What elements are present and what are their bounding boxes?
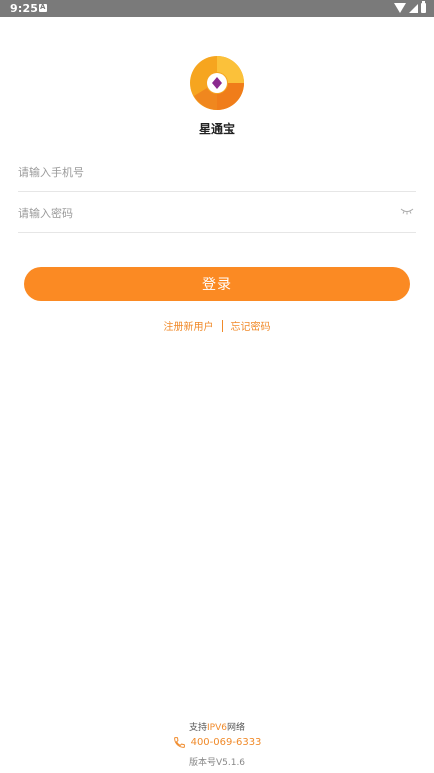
- status-icons: [394, 1, 426, 13]
- service-phone[interactable]: 400-069-6333: [0, 736, 434, 749]
- eye-closed-icon[interactable]: [400, 207, 414, 215]
- link-divider: [221, 319, 223, 332]
- service-phone-number: 400-069-6333: [190, 737, 262, 748]
- ipv6-prefix: 支持: [189, 723, 208, 733]
- forgot-password-link[interactable]: 忘记密码: [231, 318, 271, 333]
- password-field: [18, 194, 416, 233]
- app-name: 星通宝: [198, 122, 235, 136]
- ipv6-accent: IPV6: [207, 723, 227, 733]
- signal-icon: [409, 3, 418, 13]
- wifi-icon: [394, 3, 406, 13]
- ipv6-support-text: 支持IPV6网络: [0, 720, 434, 733]
- status-time: 9:25: [10, 2, 39, 15]
- app-logo-icon: [190, 56, 244, 110]
- phone-icon: [173, 737, 185, 748]
- account-links: 注册新用户 忘记密码: [0, 318, 434, 333]
- ipv6-suffix: 网络: [226, 723, 245, 733]
- login-button[interactable]: 登录: [24, 267, 410, 301]
- phone-field: [18, 153, 416, 192]
- notification-icon: [39, 3, 47, 12]
- password-input[interactable]: [18, 194, 388, 232]
- status-bar: 9:25: [0, 0, 434, 17]
- phone-input[interactable]: [18, 153, 388, 191]
- register-link[interactable]: 注册新用户: [164, 318, 214, 333]
- login-screen: 9:25 星通宝 登录 注册新用户 忘记密码 支持IPV: [0, 0, 434, 773]
- battery-icon: [421, 1, 426, 13]
- version-text: 版本号V5.1.6: [188, 758, 246, 768]
